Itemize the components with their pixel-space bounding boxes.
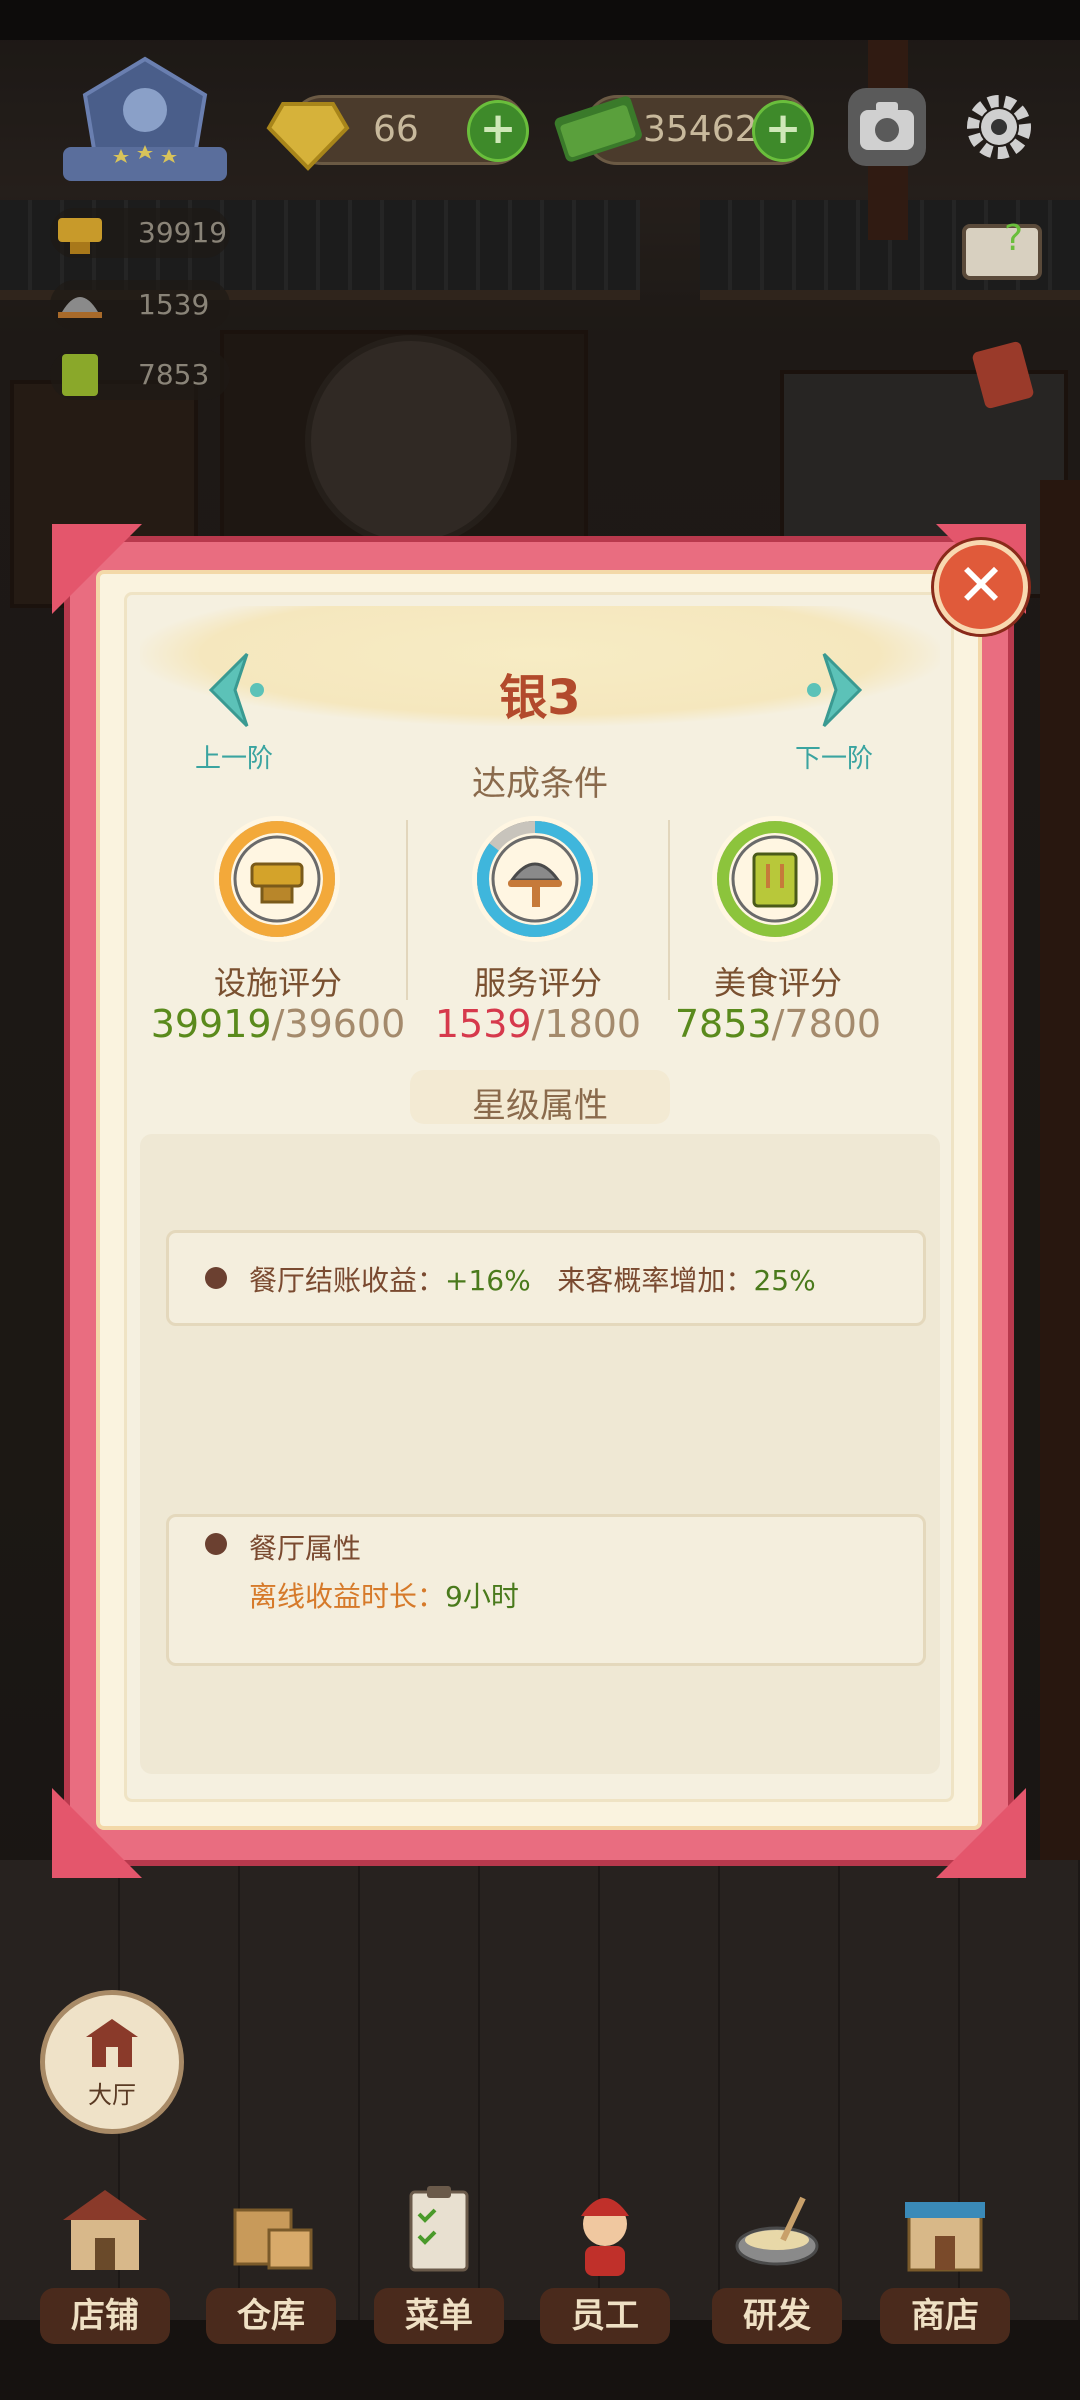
food-stat: 7853 [50, 350, 230, 400]
svg-text:?: ? [1004, 218, 1023, 259]
settings-button[interactable] [960, 88, 1038, 166]
service-score-required: /1800 [531, 1002, 642, 1046]
offline-income-line: 离线收益时长：9小时 [249, 1575, 519, 1615]
store-icon [905, 2202, 985, 2272]
service-icon [58, 297, 102, 318]
nav-staff[interactable]: 员工 [540, 2180, 670, 2350]
offline-income-value: 9小时 [445, 1580, 519, 1613]
star-attributes-line: 餐厅结账收益：+16% 来客概率增加：25% [249, 1259, 816, 1299]
hall-label: 大厅 [88, 2081, 136, 2109]
close-button[interactable]: ✕ [934, 540, 1028, 634]
attributes-title: 星级属性 [472, 1086, 608, 1126]
menu-icon [409, 2186, 469, 2272]
add-gems-button[interactable]: + [467, 100, 529, 162]
next-rank-button[interactable] [806, 650, 866, 730]
food-score-required: /7800 [771, 1002, 882, 1046]
nav-label: 店铺 [40, 2288, 170, 2344]
camera-button[interactable] [848, 88, 926, 166]
service-score-ring [472, 816, 598, 942]
camera-icon [860, 102, 914, 150]
nav-label: 商店 [880, 2288, 1010, 2344]
facility-stat-value: 39919 [138, 216, 228, 249]
facility-score-value: 39919/39600 [128, 1002, 428, 1046]
recipe-book-icon [752, 852, 798, 908]
bullet [205, 1267, 227, 1289]
checkout-income-label: 餐厅结账收益： [249, 1264, 446, 1297]
facility-score-label: 设施评分 [213, 964, 342, 1002]
add-cash-button[interactable]: + [752, 100, 814, 162]
facility-score-required: /39600 [271, 1002, 406, 1046]
hall-icon [86, 2019, 138, 2067]
warehouse-icon [233, 2208, 313, 2270]
service-stat: 1539 [50, 280, 230, 330]
nav-label: 研发 [712, 2288, 842, 2344]
nav-label: 仓库 [206, 2288, 336, 2344]
nav-store[interactable]: 商店 [880, 2180, 1010, 2350]
recipe-book-button[interactable] [968, 340, 1038, 410]
nav-label: 菜单 [374, 2288, 504, 2344]
hall-button[interactable]: 大厅 [40, 1990, 184, 2134]
restaurant-attributes-box: 餐厅属性 离线收益时长：9小时 [166, 1514, 926, 1666]
arrow-left-icon [208, 652, 264, 728]
conditions-title: 达成条件 [472, 764, 608, 804]
nav-label: 员工 [540, 2288, 670, 2344]
service-score-current: 1539 [434, 1002, 532, 1046]
food-score-current: 7853 [674, 1002, 772, 1046]
nav-shop[interactable]: 店铺 [40, 2180, 170, 2350]
service-stat-value: 1539 [138, 288, 210, 321]
food-score-value: 7853/7800 [628, 1002, 928, 1046]
recipe-book-icon [972, 341, 1034, 409]
restaurant-attributes-title: 餐厅属性 [249, 1532, 362, 1565]
nav-research[interactable]: 研发 [712, 2180, 842, 2350]
facility-icon [58, 218, 102, 254]
research-icon [735, 2196, 819, 2266]
staff-icon [581, 2198, 629, 2276]
food-score-ring [712, 816, 838, 942]
gem-counter: 66 + [266, 95, 529, 171]
bullet [205, 1533, 227, 1555]
food-book-icon [62, 354, 98, 396]
checkout-income-value: +16% [445, 1264, 531, 1297]
gem-value: 66 [373, 109, 419, 150]
gem-icon [266, 102, 350, 171]
cash-icon [554, 96, 642, 162]
food-stat-value: 7853 [138, 358, 210, 391]
nav-warehouse[interactable]: 仓库 [206, 2180, 336, 2350]
help-book-icon: ? [962, 218, 1042, 280]
guest-rate-value: 25% [753, 1264, 816, 1297]
cash-counter: 354621 + [554, 95, 814, 165]
prev-rank-button[interactable] [205, 650, 265, 730]
guest-rate-label: 来客概率增加： [557, 1264, 754, 1297]
arrow-right-icon [807, 652, 863, 728]
close-icon: ✕ [956, 551, 1006, 619]
star-attributes-box: 餐厅结账收益：+16% 来客概率增加：25% [166, 1230, 926, 1326]
gear-icon [967, 95, 1031, 159]
rank-title: 银3 [499, 670, 581, 726]
nav-menu[interactable]: 菜单 [374, 2180, 504, 2350]
shop-icon [63, 2190, 147, 2270]
rank-badge[interactable] [55, 55, 235, 195]
offline-income-label: 离线收益时长： [249, 1580, 446, 1613]
help-book-button[interactable]: ? [960, 210, 1044, 286]
facility-score-ring [214, 816, 340, 942]
food-score-label: 美食评分 [713, 964, 842, 1002]
facility-score-current: 39919 [150, 1002, 272, 1046]
facility-stat: 39919 [50, 208, 230, 258]
